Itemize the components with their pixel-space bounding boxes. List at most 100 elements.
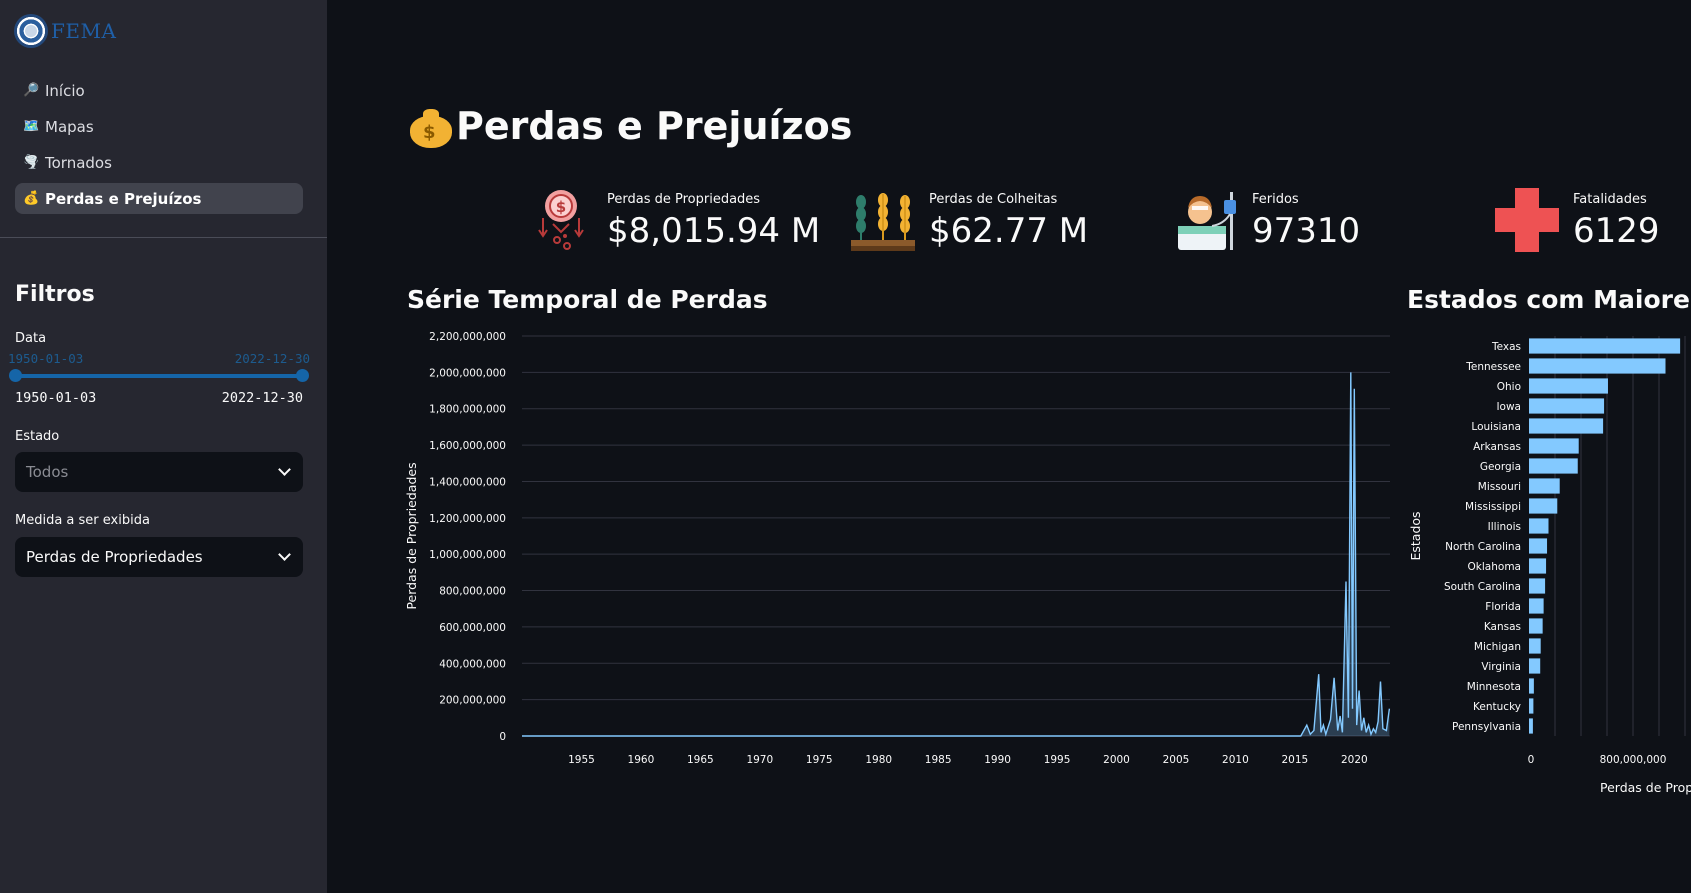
sidebar: FEMA 🔎 Início 🗺️ Mapas 🌪️ Tornados 💰 Per… [0,0,327,893]
bar [1529,358,1666,374]
magnifier-icon: 🔎 [23,83,40,98]
date-slider-start-handle[interactable] [9,369,22,382]
kpi-crop-losses: Perdas de Colheitas $62.77 M [849,186,1088,254]
bar [1529,378,1608,394]
y-tick-label: 0 [499,731,506,743]
money-bag-icon: 💰 [23,191,40,206]
kpi-injured: Feridos 97310 [1172,186,1360,254]
category-label: Louisiana [1471,421,1521,433]
category-label: Kentucky [1473,701,1521,713]
measure-label: Medida a ser exibida [15,513,150,528]
category-label: Michigan [1474,641,1521,653]
category-label: Missouri [1478,481,1521,493]
nav-item-perdas[interactable]: 💰 Perdas e Prejuízos [15,183,303,214]
state-select[interactable]: Todos [15,452,303,492]
timeseries-chart[interactable]: 0 200,000,000 400,000,000 600,000,000 800,00… [400,325,1395,795]
date-slider-thumb-values: 1950-01-03 2022-12-30 [8,351,310,366]
date-max-value: 2022-12-30 [221,390,303,406]
date-range-values: 1950-01-03 2022-12-30 [15,390,303,406]
y-tick-label: 1,800,000,000 [429,404,506,416]
category-label: Ohio [1497,381,1521,393]
page-title-text: Perdas e Prejuízos [456,104,853,148]
x-tick-label: 1990 [984,754,1011,766]
logo-text: FEMA [51,19,117,43]
states-bar-chart[interactable]: Texas Tennessee Ohio Iowa Louisiana Arkansas G… [1400,325,1691,800]
nav-label: Perdas e Prejuízos [45,189,202,208]
x-axis-label: Perdas de Propr [1600,780,1691,795]
svg-text:$: $ [556,198,566,216]
bar [1529,678,1534,694]
category-label: Oklahoma [1468,561,1521,573]
x-tick-label: 1970 [746,754,773,766]
bar [1529,338,1681,354]
category-label: Virginia [1481,661,1521,673]
measure-select[interactable]: Perdas de Propriedades [15,537,303,577]
x-tick-label: 2005 [1163,754,1190,766]
bar [1529,418,1604,434]
category-label: Illinois [1488,521,1521,533]
y-tick-label: 1,400,000,000 [429,476,506,488]
date-label: Data [15,331,47,346]
date-end-thumb-value: 2022-12-30 [234,351,310,366]
category-label: Kansas [1484,621,1521,633]
x-tick-label: 800,000,000 [1600,754,1667,766]
y-tick-label: 1,600,000,000 [429,440,506,452]
y-axis-label: Estados [1408,511,1423,560]
filters-title: Filtros [15,282,95,307]
bar [1529,658,1541,674]
x-tick-label: 1960 [628,754,655,766]
category-label: Arkansas [1473,441,1521,453]
kpi-label: Feridos [1252,192,1299,207]
nav-label: Tornados [45,153,112,172]
category-label: North Carolina [1445,541,1521,553]
bar [1529,618,1543,634]
nav-label: Mapas [45,117,94,136]
kpi-label: Perdas de Colheitas [929,192,1058,207]
crops-icon [849,186,917,254]
date-min-value: 1950-01-03 [15,390,97,406]
money-bag-icon: $ [408,103,454,149]
y-axis-label: Perdas de Propriedades [404,462,419,609]
category-label: South Carolina [1444,581,1521,593]
x-tick-label: 1955 [568,754,595,766]
x-tick-label: 2020 [1341,754,1368,766]
property-loss-icon: $ [527,186,595,254]
nav-item-inicio[interactable]: 🔎 Início [15,75,303,106]
category-label: Mississippi [1465,501,1521,513]
date-range-slider-track[interactable] [15,374,303,378]
state-select-placeholder: Todos [26,463,69,481]
kpi-label: Fatalidades [1573,192,1647,207]
kpi-value: $62.77 M [929,211,1089,251]
sidebar-nav: 🔎 Início 🗺️ Mapas 🌪️ Tornados 💰 Perdas e… [15,75,303,219]
kpi-fatalities: Fatalidades 6129 [1493,186,1660,254]
y-tick-label: 200,000,000 [439,695,506,707]
bar [1529,398,1605,414]
x-tick-label: 1985 [925,754,952,766]
dhs-seal-icon [14,14,48,48]
category-label: Florida [1485,601,1521,613]
nav-label: Início [45,81,85,100]
date-slider-end-handle[interactable] [296,369,309,382]
x-tick-label: 1975 [806,754,833,766]
kpi-label: Perdas de Propriedades [607,192,761,207]
bar [1529,698,1534,714]
kpi-property-losses: $ Perdas de Propriedades $8,015.94 M [527,186,820,254]
bar [1529,718,1533,734]
x-tick-label: 1980 [865,754,892,766]
nav-item-mapas[interactable]: 🗺️ Mapas [15,111,303,142]
x-tick-label: 0 [1528,754,1535,766]
category-label: Minnesota [1467,681,1521,693]
y-tick-label: 2,200,000,000 [429,331,506,343]
category-label: Tennessee [1465,361,1521,373]
injured-patient-icon [1172,186,1240,254]
y-tick-label: 2,000,000,000 [429,367,506,379]
bar [1529,598,1544,614]
fema-logo[interactable]: FEMA [14,14,116,48]
x-tick-label: 2015 [1282,754,1309,766]
date-start-thumb-value: 1950-01-03 [8,351,84,366]
bar [1529,498,1558,514]
bar [1529,638,1541,654]
x-tick-label: 1965 [687,754,714,766]
nav-item-tornados[interactable]: 🌪️ Tornados [15,147,303,178]
bar [1529,538,1548,554]
